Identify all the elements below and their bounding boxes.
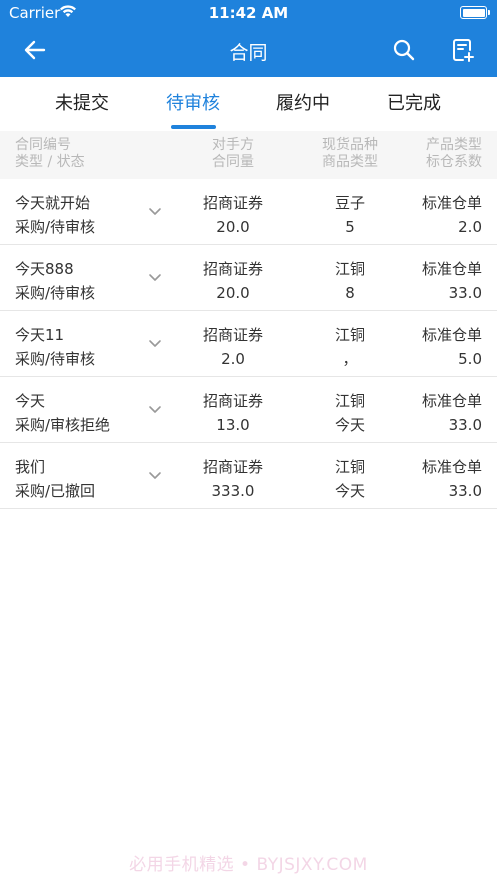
product-type: 标准仓单 bbox=[421, 194, 482, 212]
counterparty: 招商证券 bbox=[202, 194, 263, 212]
warehouse-coefficient: 2.0 bbox=[458, 218, 482, 236]
header-counterparty: 对手方 合同量 bbox=[212, 137, 254, 170]
contract-type-status: 采购/待审核 bbox=[15, 218, 96, 236]
warehouse-coefficient: 5.0 bbox=[458, 350, 482, 368]
app-header: Carrier 11:42 AM 合同 bbox=[0, 0, 497, 77]
battery-icon bbox=[460, 6, 490, 19]
contract-name: 今天11 bbox=[15, 326, 65, 344]
contract-name: 今天888 bbox=[15, 260, 74, 278]
variety: 江铜 bbox=[334, 458, 365, 476]
goods-type: ， bbox=[342, 350, 358, 368]
header-product-type: 产品类型 标仓系数 bbox=[426, 137, 482, 170]
contract-quantity: 333.0 bbox=[211, 482, 255, 500]
contract-row[interactable]: 今天 采购/审核拒绝 招商证券 13.0 江铜 今天 标准仓单 33.0 bbox=[0, 377, 497, 443]
contract-name: 今天就开始 bbox=[15, 194, 91, 212]
tab-completed[interactable]: 已完成 bbox=[352, 77, 476, 131]
contract-row[interactable]: 今天888 采购/待审核 招商证券 20.0 江铜 8 标准仓单 33.0 bbox=[0, 245, 497, 311]
counterparty: 招商证券 bbox=[202, 326, 263, 344]
contract-list: 今天就开始采购/待审核 招商证券 20.0 豆子 5 标准仓单 2.0 今天888 采购… bbox=[0, 179, 497, 509]
contract-quantity: 13.0 bbox=[216, 416, 250, 434]
product-type: 标准仓单 bbox=[421, 260, 482, 278]
search-icon[interactable] bbox=[391, 37, 417, 63]
contract-name: 今天 bbox=[15, 392, 46, 410]
goods-type: 今天 bbox=[334, 416, 365, 434]
goods-type: 今天 bbox=[334, 482, 365, 500]
variety: 豆子 bbox=[334, 194, 365, 212]
contract-quantity: 20.0 bbox=[216, 284, 250, 302]
product-type: 标准仓单 bbox=[421, 326, 482, 344]
warehouse-coefficient: 33.0 bbox=[448, 482, 482, 500]
status-tabs: 未提交 待审核 履约中 已完成 bbox=[0, 77, 497, 131]
contract-row[interactable]: 今天11 采购/待审核 招商证券 2.0 江铜 ， 标准仓单 5.0 bbox=[0, 311, 497, 377]
counterparty: 招商证券 bbox=[202, 458, 263, 476]
warehouse-coefficient: 33.0 bbox=[448, 416, 482, 434]
contract-quantity: 2.0 bbox=[221, 350, 245, 368]
counterparty: 招商证券 bbox=[202, 260, 263, 278]
chevron-down-icon[interactable] bbox=[148, 405, 162, 415]
header-contract-no: 合同编号 类型 / 状态 bbox=[15, 137, 85, 170]
chevron-down-icon[interactable] bbox=[148, 339, 162, 349]
variety: 江铜 bbox=[334, 260, 365, 278]
navigation-bar: 合同 bbox=[0, 26, 497, 77]
status-bar: Carrier 11:42 AM bbox=[0, 0, 497, 26]
contract-quantity: 20.0 bbox=[216, 218, 250, 236]
chevron-down-icon[interactable] bbox=[148, 273, 162, 283]
clock-time: 11:42 AM bbox=[208, 4, 289, 22]
counterparty: 招商证券 bbox=[202, 392, 263, 410]
chevron-down-icon[interactable] bbox=[148, 207, 162, 217]
chevron-down-icon[interactable] bbox=[148, 471, 162, 481]
contract-type-status: 采购/已撤回 bbox=[15, 482, 96, 500]
contract-type-status: 采购/待审核 bbox=[15, 284, 96, 302]
contract-row[interactable]: 今天就开始采购/待审核 招商证券 20.0 豆子 5 标准仓单 2.0 bbox=[0, 179, 497, 245]
table-header: 合同编号 类型 / 状态 对手方 合同量 现货品种 商品类型 产品类型 标仓系数 bbox=[0, 131, 497, 179]
add-document-icon[interactable] bbox=[450, 37, 476, 63]
header-variety: 现货品种 商品类型 bbox=[322, 137, 378, 170]
goods-type: 5 bbox=[345, 218, 355, 236]
variety: 江铜 bbox=[334, 326, 365, 344]
tab-unsubmitted[interactable]: 未提交 bbox=[20, 77, 144, 131]
goods-type: 8 bbox=[345, 284, 355, 302]
contract-type-status: 采购/审核拒绝 bbox=[15, 416, 111, 434]
product-type: 标准仓单 bbox=[421, 458, 482, 476]
watermark: 必用手机精选 • BYJSJXY.COM bbox=[129, 855, 368, 875]
product-type: 标准仓单 bbox=[421, 392, 482, 410]
tab-in-performance[interactable]: 履约中 bbox=[241, 77, 365, 131]
active-tab-indicator bbox=[171, 125, 216, 129]
tab-pending-review[interactable]: 待审核 bbox=[131, 77, 255, 131]
variety: 江铜 bbox=[334, 392, 365, 410]
warehouse-coefficient: 33.0 bbox=[448, 284, 482, 302]
contract-name: 我们 bbox=[15, 458, 46, 476]
contract-row[interactable]: 我们采购/已撤回 招商证券 333.0 江铜今天 标准仓单 33.0 bbox=[0, 443, 497, 509]
page-title: 合同 bbox=[229, 42, 268, 64]
contract-type-status: 采购/待审核 bbox=[15, 350, 96, 368]
